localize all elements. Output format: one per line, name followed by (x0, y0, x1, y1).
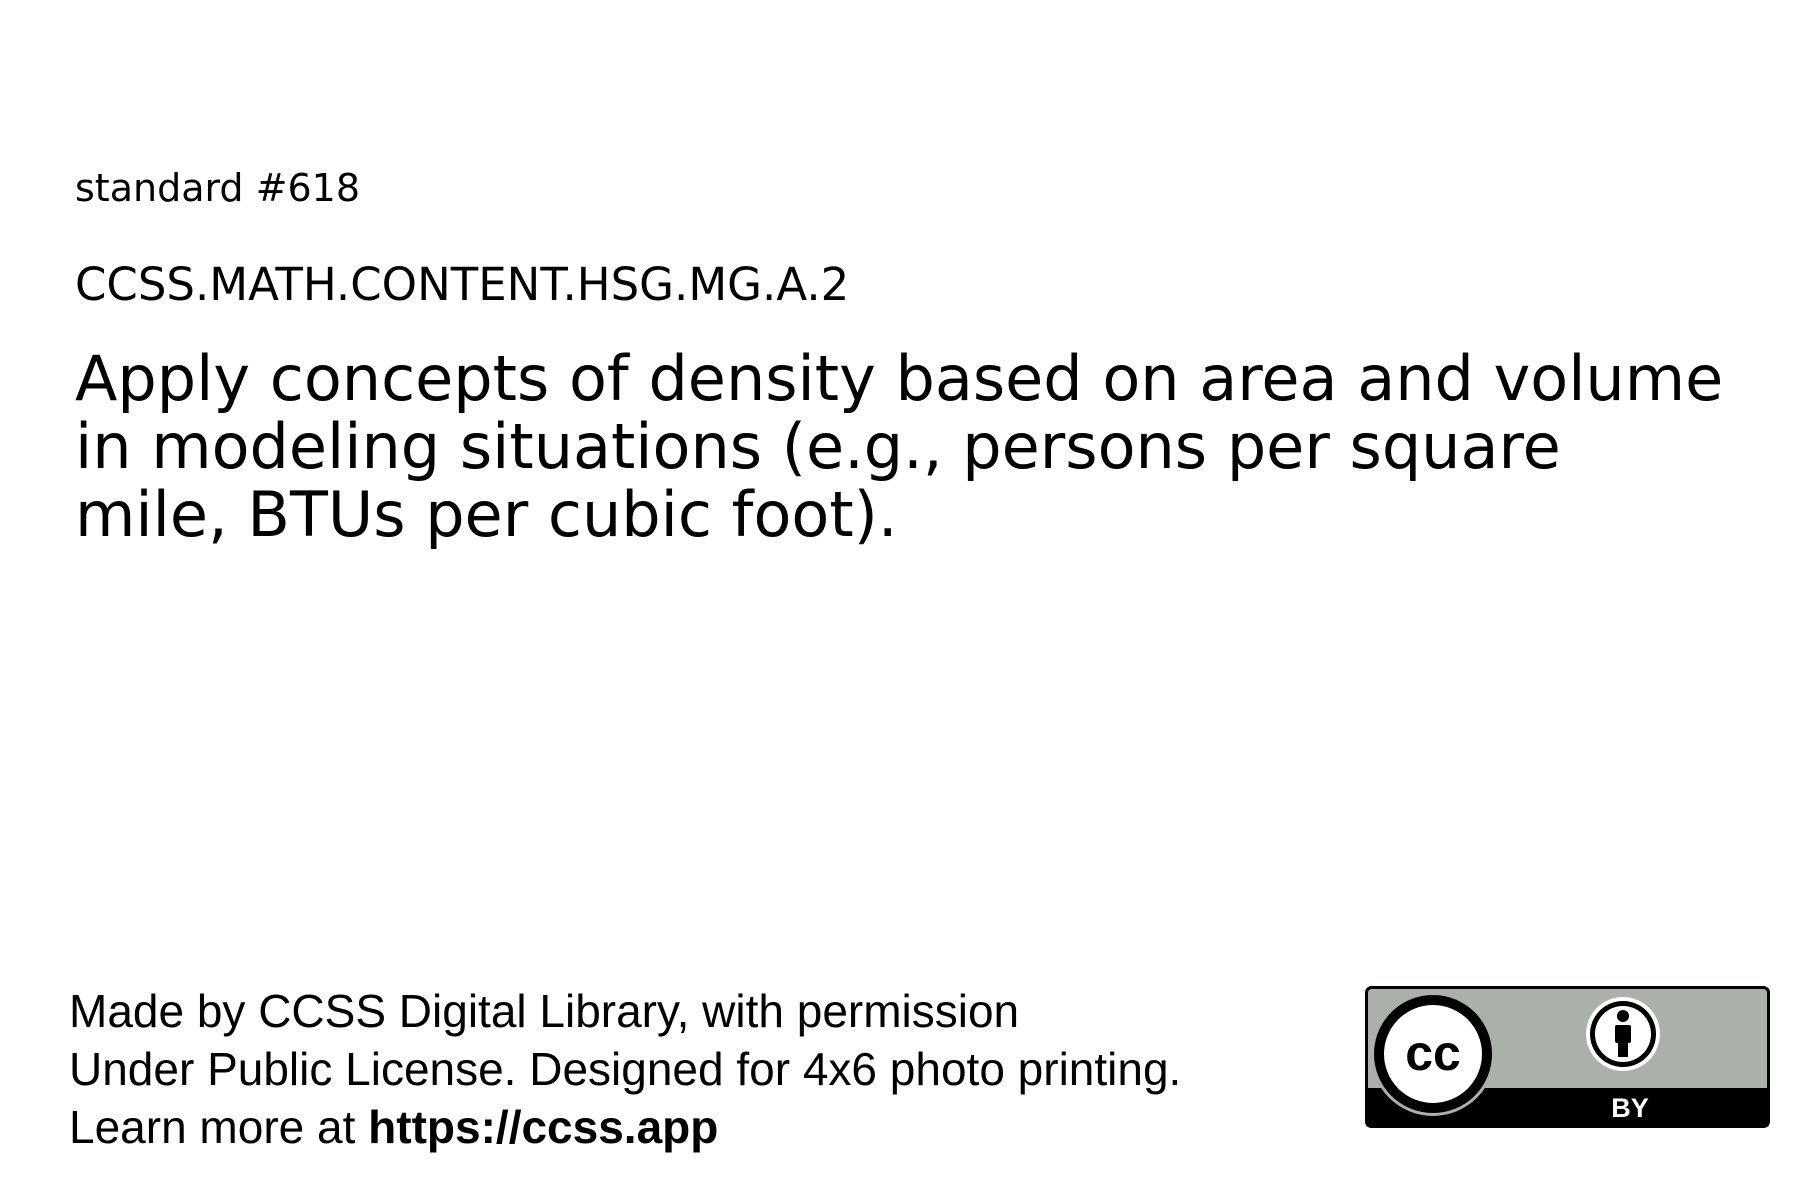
attribution-line-3: Learn more at https://ccss.app (69, 1098, 1181, 1156)
standard-description-line: in modeling situations (e.g., persons pe… (75, 410, 1561, 483)
standard-card: standard #618 CCSS.MATH.CONTENT.HSG.MG.A… (0, 0, 1800, 1200)
standard-code: CCSS.MATH.CONTENT.HSG.MG.A.2 (75, 258, 850, 311)
by-text: BY (1611, 1093, 1649, 1123)
standard-description-line: Apply concepts of density based on area … (75, 342, 1724, 415)
attribution-line-2: Under Public License. Designed for 4x6 p… (69, 1043, 1182, 1095)
cc-by-license-badge: cc BY (1365, 986, 1770, 1128)
website-link[interactable]: https://ccss.app (368, 1101, 718, 1153)
cc-icon: cc (1371, 992, 1495, 1116)
standard-description-line: mile, BTUs per cubic foot). (75, 478, 898, 551)
standard-number: standard #618 (75, 166, 360, 210)
standard-description: Apply concepts of density based on area … (75, 342, 1724, 551)
attribution-footer: Made by CCSS Digital Library, with permi… (69, 982, 1181, 1156)
attribution-line-1: Made by CCSS Digital Library, with permi… (69, 985, 1020, 1037)
attribution-person-icon (1586, 997, 1660, 1071)
cc-text: cc (1405, 1025, 1461, 1081)
learn-more-label: Learn more at (69, 1101, 369, 1153)
